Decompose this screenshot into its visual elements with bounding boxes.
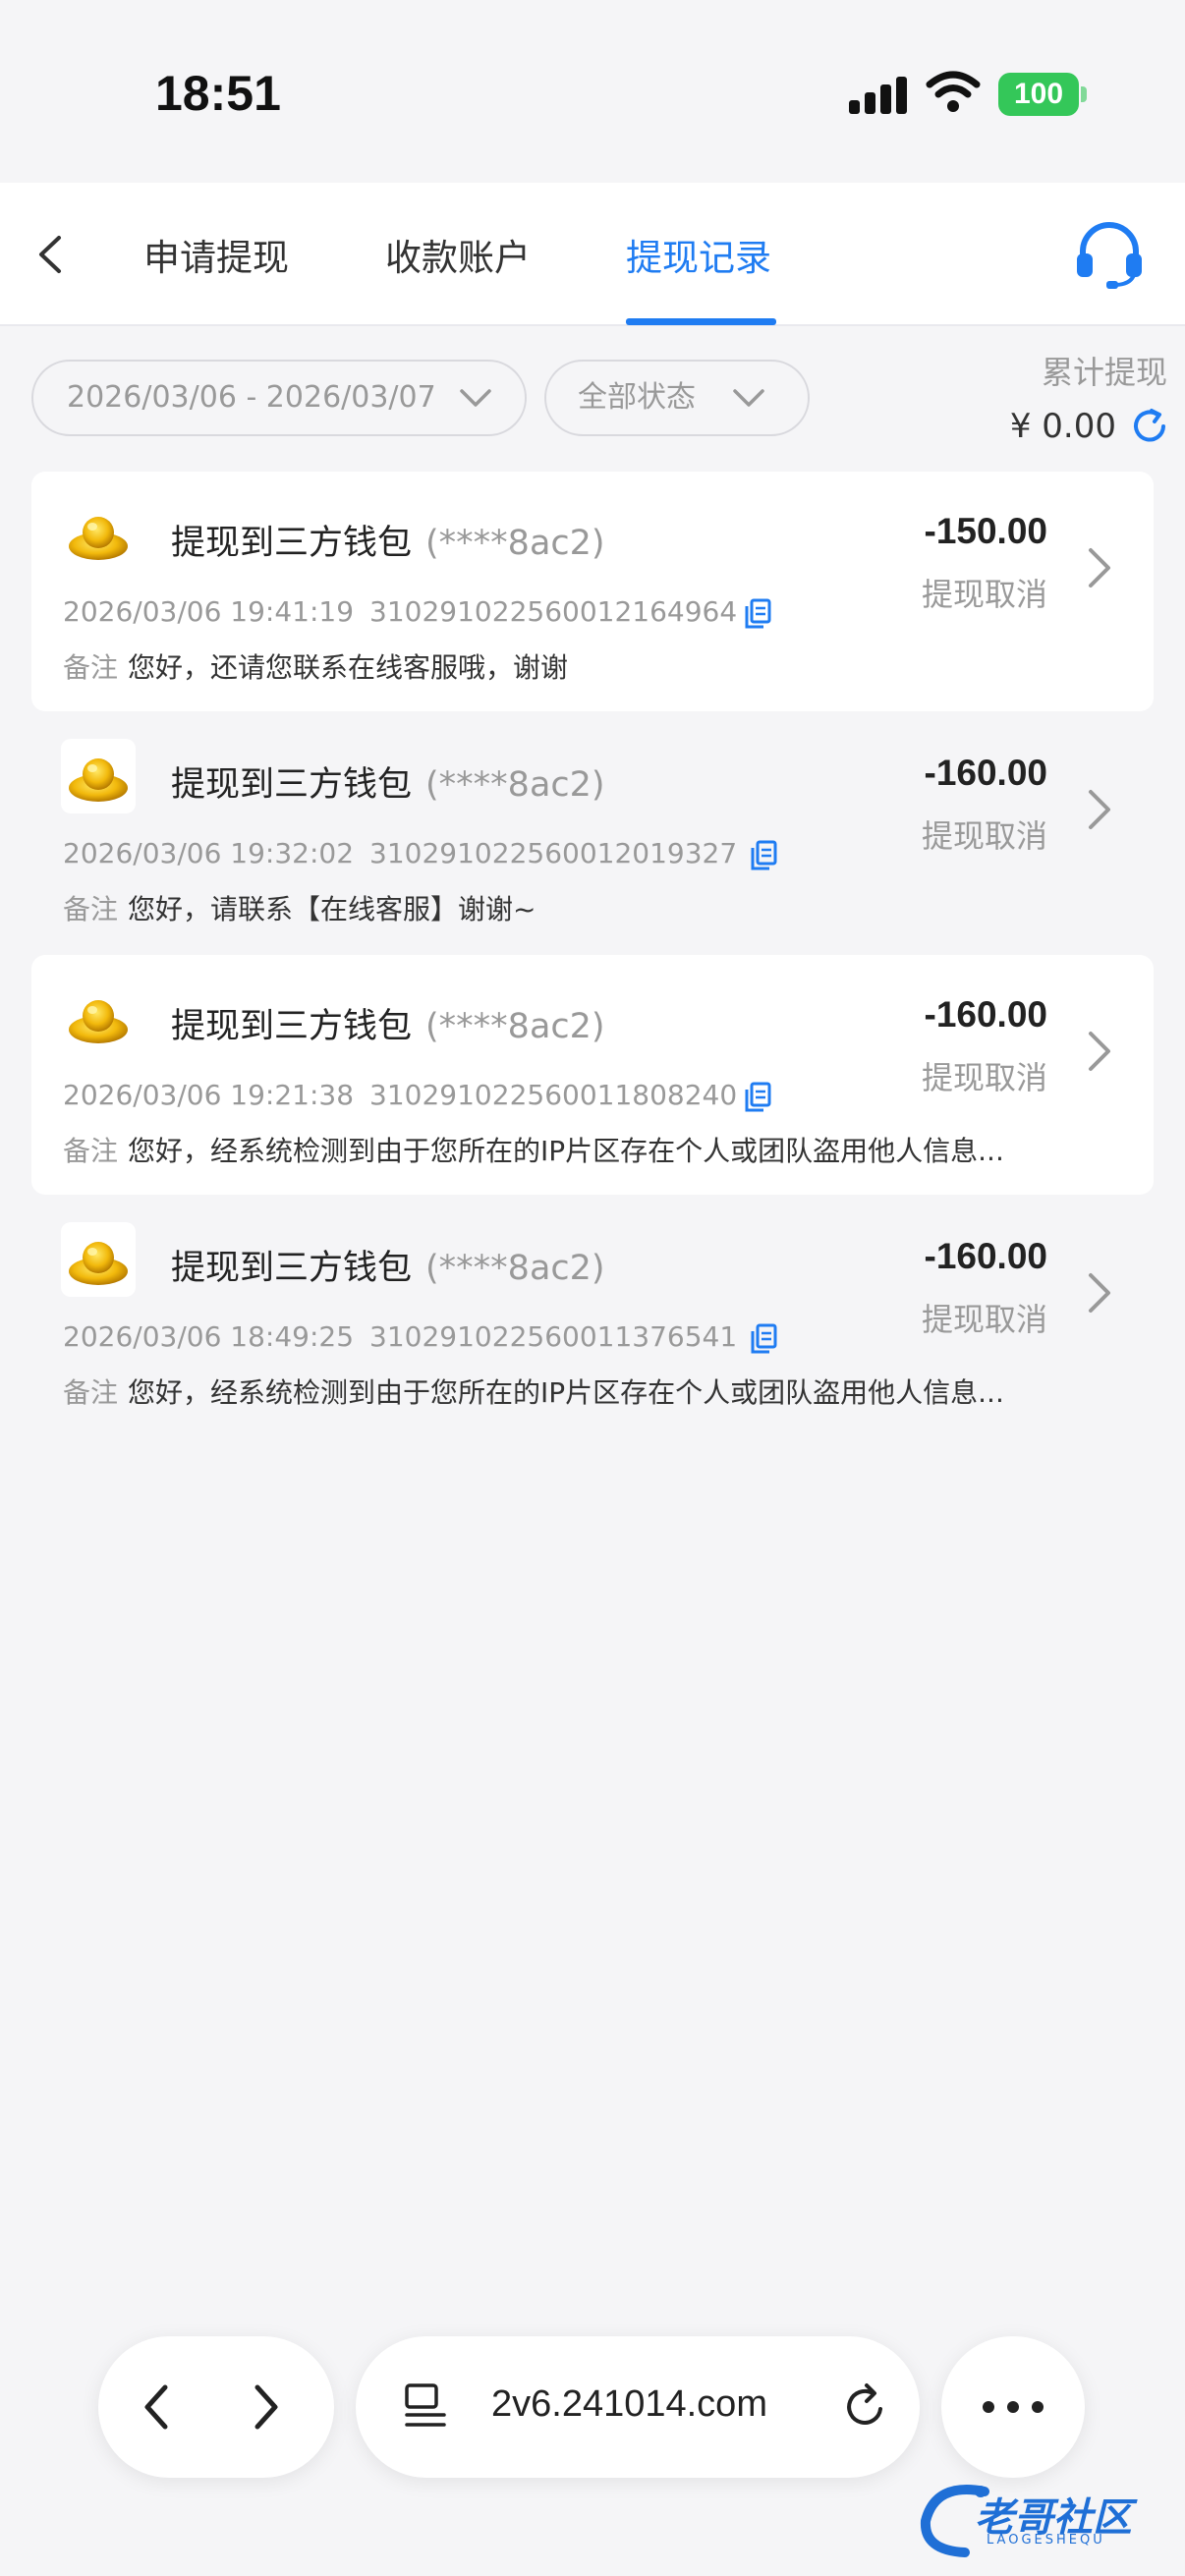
more-icon (983, 2401, 1044, 2413)
record-remark: 备注 您好，还请您联系在线客服哦，谢谢 (63, 646, 568, 686)
record-account: (****8ac2) (425, 765, 605, 805)
record-amount: -160.00 (924, 1236, 1048, 1276)
chevron-right-icon[interactable] (1085, 1269, 1114, 1316)
copy-icon[interactable] (743, 597, 772, 631)
record-order-id: 310291022560012019327 (369, 837, 738, 869)
record-title: 提现到三方钱包 (****8ac2) (171, 756, 605, 807)
record-remark: 备注 您好，经系统检测到由于您所在的IP片区存在个人或团队盗用他人信息... (63, 1372, 1004, 1411)
refresh-icon[interactable] (1130, 407, 1169, 446)
record-amount: -160.00 (924, 753, 1048, 793)
record-meta: 2026/03/06 19:21:38 310291022560011808240 (63, 1079, 737, 1111)
address-bar[interactable]: 2v6.241014.com (356, 2336, 920, 2478)
record-datetime: 2026/03/06 18:49:25 (63, 1320, 355, 1353)
signal-icon (849, 75, 908, 114)
record-datetime: 2026/03/06 19:32:02 (63, 837, 355, 869)
record-remark-text: 您好，请联系【在线客服】谢谢~ (128, 893, 536, 925)
status-filter-value: 全部状态 (578, 380, 696, 415)
gold-ingot-icon (61, 739, 136, 813)
record-method: 提现到三方钱包 (171, 1007, 413, 1046)
record-method: 提现到三方钱包 (171, 765, 413, 805)
back-icon[interactable] (29, 228, 79, 281)
record-meta: 2026/03/06 18:49:25 310291022560011376541 (63, 1320, 737, 1353)
copy-icon[interactable] (749, 839, 778, 872)
chevron-down-icon (460, 389, 491, 407)
record-status: 提现取消 (921, 1301, 1047, 1338)
browser-nav-group (98, 2336, 334, 2478)
gold-ingot-icon (61, 497, 136, 572)
record-remark-label: 备注 (63, 893, 119, 925)
support-headset-icon[interactable] (1073, 218, 1146, 289)
record-account: (****8ac2) (425, 524, 605, 563)
record-remark-text: 您好，还请您联系在线客服哦，谢谢 (128, 651, 569, 684)
withdraw-record[interactable]: 提现到三方钱包 (****8ac2) -160.00 提现取消 2026/03/06 1… (31, 713, 1154, 953)
record-order-id: 310291022560011376541 (369, 1320, 738, 1353)
status-time: 18:51 (155, 66, 281, 121)
record-meta: 2026/03/06 19:32:02 310291022560012019327 (63, 837, 737, 869)
record-status: 提现取消 (921, 576, 1047, 613)
record-remark-label: 备注 (63, 651, 119, 684)
watermark-subtext: LAOGESHEQU (987, 2533, 1105, 2548)
tab-apply-withdraw[interactable]: 申请提现 (143, 228, 289, 287)
gold-ingot-icon (61, 980, 136, 1055)
tab-payee-accounts[interactable]: 收款账户 (385, 228, 531, 287)
record-amount: -150.00 (924, 511, 1048, 551)
withdraw-record[interactable]: 提现到三方钱包 (****8ac2) -150.00 提现取消 2026/03/06 1… (31, 472, 1154, 711)
watermark-logo: 老哥社区 LAOGESHEQU (916, 2466, 1173, 2564)
reload-icon[interactable] (841, 2381, 890, 2433)
withdraw-record[interactable]: 提现到三方钱包 (****8ac2) -160.00 提现取消 2026/03/06 1… (31, 1197, 1154, 1436)
record-remark: 备注 您好，请联系【在线客服】谢谢~ (63, 888, 536, 927)
record-meta: 2026/03/06 19:41:19 310291022560012164964 (63, 595, 737, 628)
record-remark-label: 备注 (63, 1376, 119, 1409)
battery-cap (1081, 86, 1087, 102)
record-status: 提现取消 (921, 1059, 1047, 1096)
record-remark: 备注 您好，经系统检测到由于您所在的IP片区存在个人或团队盗用他人信息... (63, 1130, 1004, 1169)
record-datetime: 2026/03/06 19:21:38 (63, 1079, 355, 1111)
chevron-right-icon[interactable] (1085, 544, 1114, 591)
chevron-down-icon (733, 389, 764, 407)
record-status: 提现取消 (921, 817, 1047, 855)
wifi-icon (926, 71, 981, 112)
copy-icon[interactable] (749, 1322, 778, 1356)
more-button[interactable] (941, 2336, 1085, 2478)
record-order-id: 310291022560012164964 (369, 595, 738, 628)
total-withdraw-label: 累计提现 (1041, 354, 1167, 391)
record-remark-text: 您好，经系统检测到由于您所在的IP片区存在个人或团队盗用他人信息... (128, 1376, 1004, 1409)
record-remark-text: 您好，经系统检测到由于您所在的IP片区存在个人或团队盗用他人信息... (128, 1135, 1004, 1167)
record-amount: -160.00 (924, 994, 1048, 1035)
record-account: (****8ac2) (425, 1249, 605, 1288)
record-method: 提现到三方钱包 (171, 1249, 413, 1288)
battery-indicator: 100 (998, 73, 1079, 116)
active-tab-indicator (626, 318, 776, 325)
record-title: 提现到三方钱包 (****8ac2) (171, 515, 605, 565)
total-withdraw-value: ¥ 0.00 (1009, 407, 1116, 446)
record-remark-label: 备注 (63, 1135, 119, 1167)
gold-ingot-icon (61, 1222, 136, 1297)
record-order-id: 310291022560011808240 (369, 1079, 738, 1111)
status-bar: 18:51 100 (0, 0, 1185, 183)
browser-forward-icon[interactable] (246, 2381, 285, 2433)
record-account: (****8ac2) (425, 1007, 605, 1046)
status-filter[interactable]: 全部状态 (544, 360, 810, 436)
url-text: 2v6.241014.com (491, 2383, 767, 2425)
record-datetime: 2026/03/06 19:41:19 (63, 595, 355, 628)
date-range-filter[interactable]: 2026/03/06 - 2026/03/07 (31, 360, 527, 436)
record-title: 提现到三方钱包 (****8ac2) (171, 1240, 605, 1290)
browser-back-icon[interactable] (138, 2381, 177, 2433)
chevron-right-icon[interactable] (1085, 786, 1114, 833)
chevron-right-icon[interactable] (1085, 1028, 1114, 1075)
tabs-icon[interactable] (401, 2381, 450, 2431)
nav-bar: 申请提现 收款账户 提现记录 (0, 183, 1185, 326)
copy-icon[interactable] (743, 1081, 772, 1114)
withdraw-record[interactable]: 提现到三方钱包 (****8ac2) -160.00 提现取消 2026/03/06 1… (31, 955, 1154, 1195)
date-range-value: 2026/03/06 - 2026/03/07 (67, 380, 436, 415)
record-method: 提现到三方钱包 (171, 524, 413, 563)
record-title: 提现到三方钱包 (****8ac2) (171, 998, 605, 1048)
tab-withdraw-records[interactable]: 提现记录 (626, 228, 771, 287)
